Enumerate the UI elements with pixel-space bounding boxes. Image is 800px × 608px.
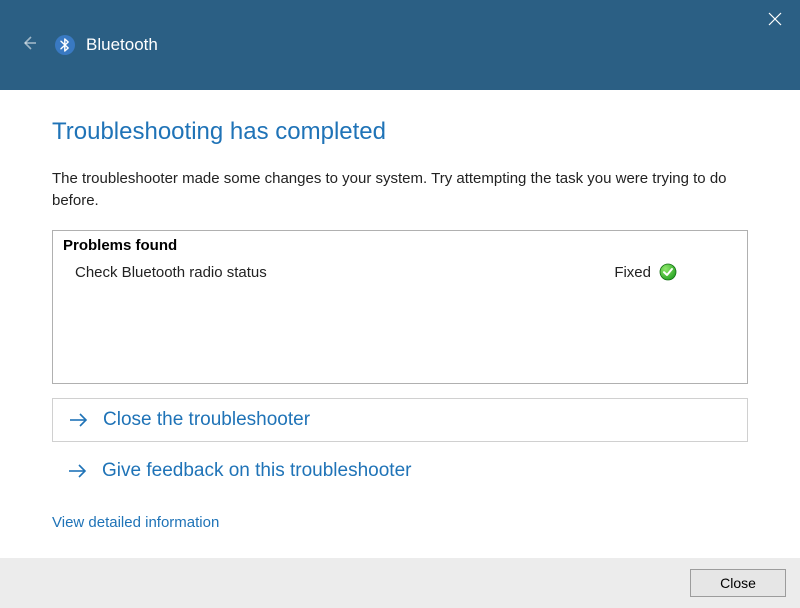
give-feedback-label: Give feedback on this troubleshooter bbox=[102, 460, 411, 482]
close-troubleshooter-label: Close the troubleshooter bbox=[103, 409, 310, 431]
window-close-button[interactable] bbox=[768, 10, 782, 31]
page-heading: Troubleshooting has completed bbox=[52, 118, 748, 146]
footer: Close bbox=[0, 558, 800, 608]
bluetooth-icon bbox=[54, 34, 76, 56]
problem-status: Fixed bbox=[614, 264, 651, 281]
problems-header: Problems found bbox=[53, 231, 747, 258]
arrow-right-icon bbox=[67, 411, 91, 429]
close-button[interactable]: Close bbox=[690, 569, 786, 597]
give-feedback-link[interactable]: Give feedback on this troubleshooter bbox=[52, 450, 748, 492]
view-detailed-information-link[interactable]: View detailed information bbox=[52, 514, 219, 531]
content-area: Troubleshooting has completed The troubl… bbox=[0, 90, 800, 532]
close-troubleshooter-link[interactable]: Close the troubleshooter bbox=[52, 398, 748, 442]
titlebar: Bluetooth bbox=[0, 0, 800, 90]
status-fixed-icon bbox=[659, 263, 677, 281]
back-arrow-icon bbox=[20, 34, 38, 57]
problems-found-box: Problems found Check Bluetooth radio sta… bbox=[52, 230, 748, 384]
problem-name: Check Bluetooth radio status bbox=[75, 264, 614, 281]
description-text: The troubleshooter made some changes to … bbox=[52, 168, 748, 212]
arrow-right-icon bbox=[66, 462, 90, 480]
titlebar-title: Bluetooth bbox=[86, 35, 158, 55]
problem-row: Check Bluetooth radio status Fixed bbox=[53, 258, 747, 287]
close-icon bbox=[768, 12, 782, 26]
